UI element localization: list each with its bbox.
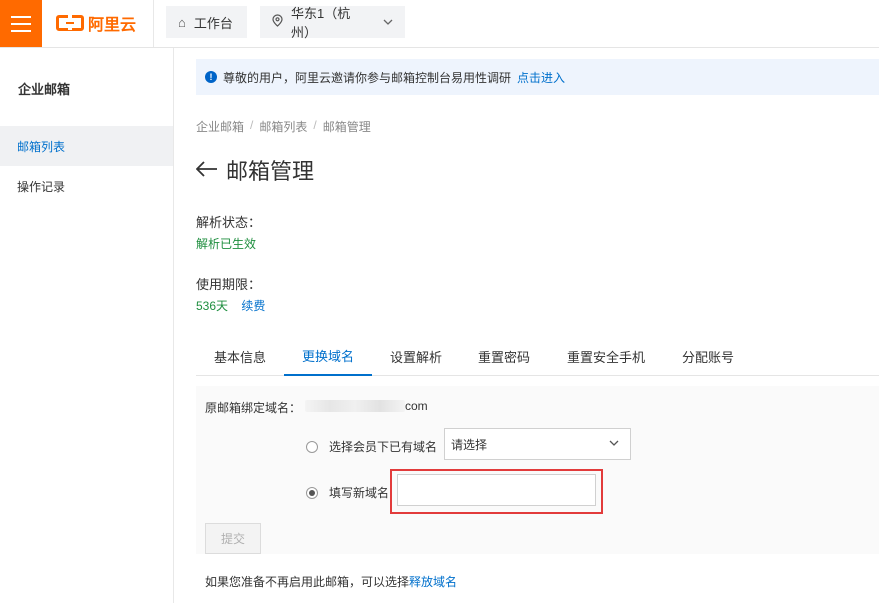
survey-notice-banner: ! 尊敬的用户，阿里云邀请你参与邮箱控制台易用性调研 点击进入 <box>196 59 879 95</box>
tab-reset-security-phone[interactable]: 重置安全手机 <box>548 337 664 376</box>
tab-set-resolution[interactable]: 设置解析 <box>372 337 460 376</box>
original-domain-value: com <box>305 399 428 413</box>
radio-new-domain[interactable] <box>306 486 318 499</box>
existing-domain-select[interactable]: 请选择 <box>444 428 631 460</box>
workbench-label: 工作台 <box>193 15 233 31</box>
divider <box>153 0 154 47</box>
top-bar: 阿里云 ⌂ 工作台 华东1（杭州） <box>0 0 879 48</box>
notice-link[interactable]: 点击进入 <box>517 69 565 86</box>
new-domain-input[interactable] <box>397 474 596 506</box>
page-title: 邮箱管理 <box>226 159 315 184</box>
sidebar: 企业邮箱 邮箱列表 操作记录 <box>0 48 174 603</box>
tab-label: 更换域名 <box>301 349 354 364</box>
resolve-status-label: 解析状态： <box>196 215 262 230</box>
redacted-domain <box>305 400 405 412</box>
back-arrow-icon[interactable] <box>195 158 218 182</box>
breadcrumb-separator: / <box>250 118 254 132</box>
resolve-status-value: 解析已生效 <box>196 237 257 251</box>
select-placeholder: 请选择 <box>451 437 488 452</box>
option-new-label: 填写新域名 <box>329 486 390 500</box>
tab-label: 基本信息 <box>213 350 266 365</box>
domain-suffix: com <box>405 399 428 413</box>
tab-change-domain[interactable]: 更换域名 <box>284 337 372 376</box>
info-icon: ! <box>205 71 217 83</box>
tab-label: 设置解析 <box>389 350 442 365</box>
aliyun-logo[interactable]: 阿里云 <box>56 12 136 34</box>
workbench-button[interactable]: ⌂ 工作台 <box>166 6 247 38</box>
hamburger-menu-icon[interactable] <box>0 0 42 47</box>
tab-basic-info[interactable]: 基本信息 <box>196 337 284 376</box>
region-selector[interactable]: 华东1（杭州） <box>260 6 405 40</box>
renew-link[interactable]: 续费 <box>241 299 265 313</box>
home-icon: ⌂ <box>178 14 186 30</box>
release-domain-link[interactable]: 释放域名 <box>409 575 457 589</box>
notice-text: 尊敬的用户，阿里云邀请你参与邮箱控制台易用性调研 <box>223 70 512 85</box>
chevron-down-icon <box>609 437 619 449</box>
release-note: 如果您准备不再启用此邮箱，可以选择释放域名 <box>205 573 457 590</box>
breadcrumb-item[interactable]: 企业邮箱 <box>196 118 244 135</box>
period-value: 536天 <box>196 299 229 313</box>
logo-text: 阿里云 <box>88 17 137 34</box>
sidebar-item-label: 操作记录 <box>17 179 66 194</box>
release-note-text: 如果您准备不再启用此邮箱，可以选择 <box>205 575 410 589</box>
option-existing-label: 选择会员下已有域名 <box>329 440 438 454</box>
sidebar-item-mailbox-list[interactable]: 邮箱列表 <box>0 126 173 166</box>
sidebar-item-label: 邮箱列表 <box>17 139 66 154</box>
tab-assign-account[interactable]: 分配账号 <box>664 337 752 376</box>
aliyun-logo-icon <box>56 14 84 31</box>
breadcrumb-item-current: 邮箱管理 <box>322 120 371 134</box>
page-header: 邮箱管理 <box>195 154 315 186</box>
option-new-domain[interactable]: 填写新域名 <box>306 484 389 501</box>
option-existing-domain[interactable]: 选择会员下已有域名 <box>306 438 437 455</box>
region-label: 华东1（杭州） <box>291 6 351 40</box>
breadcrumb: 企业邮箱 / 邮箱列表 / 邮箱管理 <box>196 118 371 135</box>
sidebar-item-operation-log[interactable]: 操作记录 <box>0 166 173 206</box>
sidebar-title: 企业邮箱 <box>18 82 71 97</box>
tab-bar: 基本信息 更换域名 设置解析 重置密码 重置安全手机 分配账号 <box>196 337 879 376</box>
chevron-down-icon <box>383 16 393 28</box>
original-domain-label: 原邮箱绑定域名： <box>205 401 302 415</box>
breadcrumb-item[interactable]: 邮箱列表 <box>259 118 307 135</box>
radio-existing-domain[interactable] <box>306 440 318 453</box>
location-pin-icon <box>272 14 283 30</box>
period-label: 使用期限： <box>196 277 262 292</box>
tab-reset-password[interactable]: 重置密码 <box>460 337 548 376</box>
breadcrumb-separator: / <box>313 118 317 132</box>
tab-label: 重置安全手机 <box>566 350 645 365</box>
submit-button[interactable]: 提交 <box>205 523 261 554</box>
period-row: 536天 续费 <box>196 297 265 314</box>
tab-label: 重置密码 <box>477 350 530 365</box>
tab-label: 分配账号 <box>681 350 734 365</box>
